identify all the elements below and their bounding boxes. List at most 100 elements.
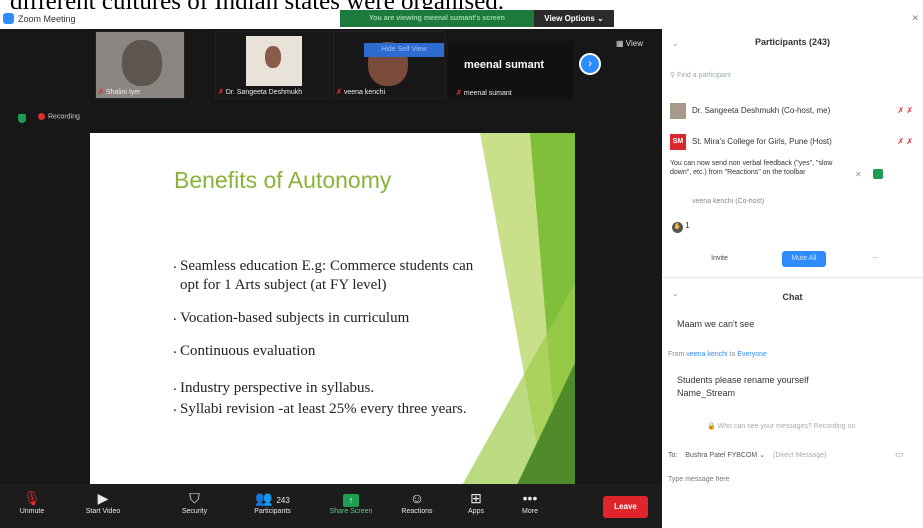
muted-mic-icon: ✗ [98, 89, 104, 96]
smiley-icon: ☺ [409, 490, 425, 506]
chat-sender: From veena kenchi to Everyone [668, 351, 767, 358]
video-thumbnail[interactable]: ✗ Dr. Sangeeta Deshmukh [215, 31, 330, 99]
hand-icon: ✋ [672, 222, 683, 233]
hint-text: Who can see your messages? Recording on [717, 423, 856, 430]
avatar [670, 103, 686, 119]
participants-count: 243 [276, 496, 290, 505]
unmute-label: Unmute [19, 508, 45, 515]
start-video-label: Start Video [85, 508, 121, 515]
from-label: From [668, 351, 685, 358]
avatar: SM [670, 134, 686, 150]
encryption-shield-icon [18, 114, 26, 123]
notice-text: You can now send non verbal feedback ("y… [670, 160, 833, 176]
leave-button[interactable]: Leave [603, 496, 648, 518]
record-dot-icon [38, 113, 45, 120]
reactions-button[interactable]: ☺ Reactions [392, 488, 442, 515]
screenshot: different cultures of Indian states were… [0, 0, 923, 528]
count-label: 1 [685, 221, 690, 230]
window-close-icon[interactable]: ✕ [911, 13, 919, 24]
more-icon: ••• [522, 490, 538, 506]
chevron-right-icon: › [588, 56, 592, 70]
participant-name: St. Mira's College for Girls, Pune (Host… [692, 137, 832, 146]
zoom-meeting-window: Zoom Meeting You are viewing meenal suma… [0, 9, 662, 528]
security-label: Security [181, 508, 208, 515]
slide-bullet: Industry perspective in syllabus. [173, 377, 495, 398]
participant-row[interactable]: veena kenchi (Co-host) [670, 198, 915, 208]
find-participant-placeholder: Find a participant [677, 72, 731, 79]
apps-label: Apps [468, 508, 484, 515]
video-off-icon: ▶ [97, 490, 109, 506]
side-panel: ⌄ Participants (243) ✕ ⚲ Find a particip… [662, 9, 923, 528]
shared-slide: Benefits of Autonomy Seamless education … [90, 133, 575, 489]
muted-mic-icon: ✗ [456, 90, 462, 97]
video-thumbnail[interactable]: ✗ veena kenchi [333, 31, 445, 99]
more-options-icon[interactable]: – [873, 253, 877, 262]
start-video-button[interactable]: ▶ Start Video [78, 488, 128, 515]
window-title: Zoom Meeting [18, 14, 76, 24]
mute-all-button[interactable]: Mute All [782, 251, 826, 267]
view-label: View [625, 39, 643, 48]
video-thumbnail[interactable]: meenal sumant ✗ meenal sumant [448, 41, 573, 99]
recipient-row: To: Bushra Patel FYBCOM ⌄ (Direct Messag… [668, 451, 826, 459]
chat-message: Maam we can't see [677, 319, 755, 329]
slide-bullet: Continuous evaluation [173, 340, 495, 361]
security-button[interactable]: ⛉ Security [172, 488, 217, 515]
recipient-everyone: Everyone [737, 351, 767, 358]
to-prefix: To: [668, 452, 678, 459]
reaction-green-icon [873, 169, 883, 179]
recipient-select[interactable]: Bushra Patel FYBCOM ⌄ [685, 452, 765, 459]
slide-bullet: Vocation-based subjects in curriculum [173, 307, 495, 328]
viewing-screen-banner: You are viewing meenal sumant's screen [340, 10, 534, 27]
panel-divider [662, 277, 923, 278]
participants-title: Participants (243) [754, 37, 831, 47]
visibility-hint: 🔒 Who can see your messages? Recording o… [707, 422, 855, 430]
hide-self-view-button[interactable]: Hide Self View [364, 43, 444, 57]
more-button[interactable]: ••• More [512, 488, 548, 515]
to-label: to [729, 351, 736, 358]
slide-bullet: Syllabi revision -at least 25% every thr… [173, 398, 495, 419]
lock-icon: 🔒 [707, 423, 716, 430]
microphone-muted-icon: 🎙 [23, 490, 41, 506]
muted-mic-icon: ✗ [218, 89, 224, 96]
participants-label: Participants [254, 508, 291, 515]
more-label: More [522, 508, 538, 515]
unmute-button[interactable]: 🎙 Unmute [12, 488, 52, 515]
grid-icon: ▦ [616, 39, 624, 48]
apps-button[interactable]: ⊞ Apps [458, 488, 494, 515]
participant-name: meenal sumant [463, 90, 512, 97]
participant-name: veena kenchi [343, 89, 386, 96]
search-icon: ⚲ [670, 72, 676, 79]
muted-mic-icon: ✗ ✗ [897, 106, 913, 115]
view-button[interactable]: ▦ View [616, 39, 643, 48]
participants-button[interactable]: 👥 243 Participants [240, 488, 305, 515]
recording-label: Recording [48, 113, 80, 121]
participant-row[interactable]: Dr. Sangeeta Deshmukh (Co-host, me) ✗ ✗ [670, 102, 915, 120]
notice-close-icon[interactable]: ✕ [855, 170, 862, 179]
participant-name: Shalini Iyer [105, 89, 141, 96]
view-options-button[interactable]: View Options ⌄ [534, 10, 614, 27]
slide-title: Benefits of Autonomy [174, 167, 392, 193]
find-participant-input[interactable]: ⚲ Find a participant [670, 71, 915, 87]
slide-bullets: Seamless education E.g: Commerce student… [173, 255, 495, 433]
share-screen-button[interactable]: ↑ Share Screen [322, 488, 380, 515]
meeting-stage: ✗ Shalini Iyer ✗ Dr. Sangeeta Deshmukh ✗ ve… [0, 29, 662, 489]
speaker-name: meenal sumant [464, 59, 545, 71]
file-icon[interactable]: ▭ [895, 449, 904, 460]
participant-row[interactable]: SM St. Mira's College for Girls, Pune (H… [670, 133, 915, 151]
chat-input[interactable] [668, 471, 908, 487]
zoom-logo-icon [3, 13, 14, 24]
title-bar: Zoom Meeting You are viewing meenal suma… [0, 9, 662, 29]
next-page-button[interactable]: › [579, 53, 601, 75]
sender-name: veena kenchi [686, 351, 728, 358]
reactions-label: Reactions [401, 508, 433, 515]
invite-button[interactable]: Invite [697, 251, 742, 267]
participants-icon: 👥 [255, 490, 273, 506]
avatar [122, 40, 162, 86]
raised-hand-count: ✋ 1 [672, 221, 690, 233]
feedback-notice: You can now send non verbal feedback ("y… [670, 159, 850, 177]
shield-icon: ⛉ [189, 490, 200, 506]
video-thumbnail[interactable]: ✗ Shalini Iyer [95, 31, 185, 99]
chat-message: Students please rename yourself Name_Str… [677, 375, 809, 398]
recording-indicator: Recording [38, 113, 80, 120]
meeting-toolbar: 🎙 Unmute ▶ Start Video ⛉ Security 👥 243 Part… [0, 484, 662, 528]
